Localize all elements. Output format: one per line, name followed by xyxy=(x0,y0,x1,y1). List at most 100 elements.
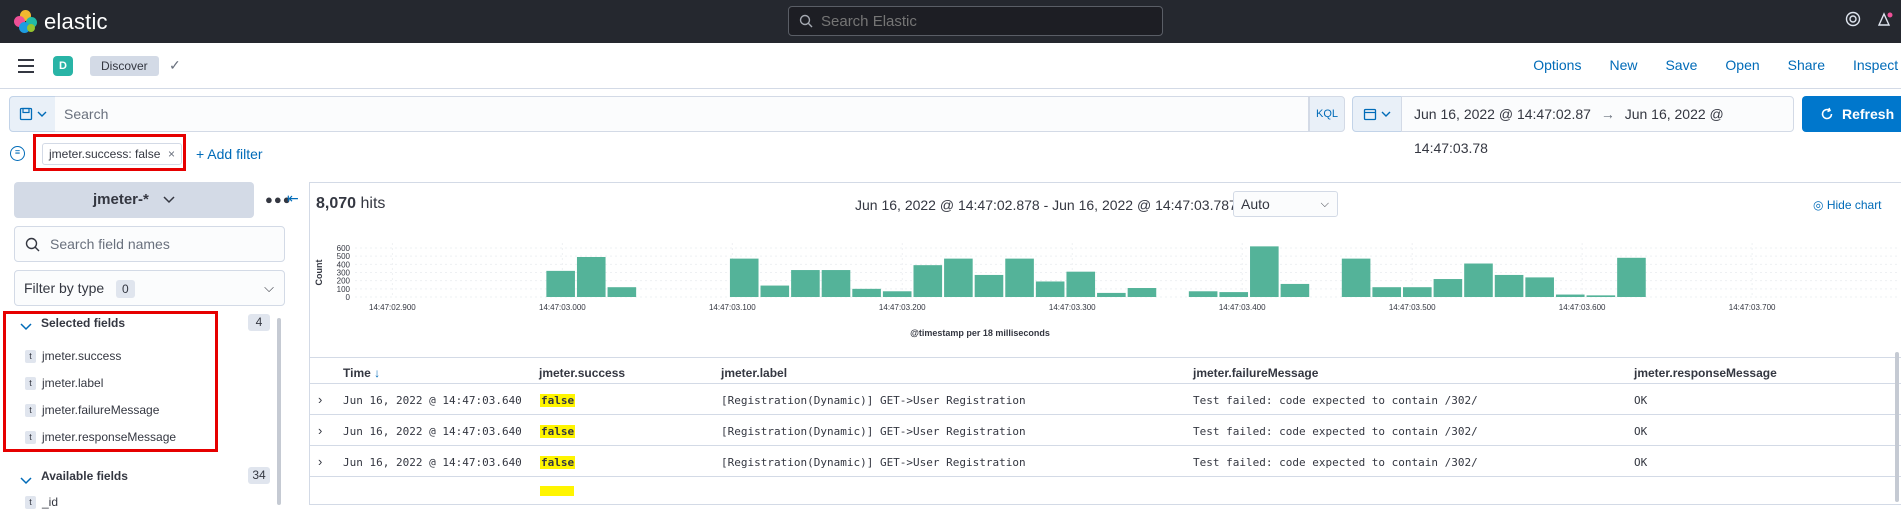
column-header-failure[interactable]: jmeter.failureMessage xyxy=(1193,366,1318,380)
discover-main: 8,070 hits Jun 16, 2022 @ 14:47:02.878 -… xyxy=(309,182,1901,505)
field-search-placeholder: Search field names xyxy=(50,236,170,252)
expand-icon[interactable]: › xyxy=(318,423,322,438)
cell-failure: Test failed: code expected to contain /3… xyxy=(1193,394,1478,407)
histogram-bar xyxy=(1555,294,1585,297)
field-sidebar: jmeter-* ●●● ⇤ Search field names Filter… xyxy=(0,178,300,509)
save-link[interactable]: Save xyxy=(1665,57,1697,73)
new-link[interactable]: New xyxy=(1609,57,1637,73)
elastic-logo[interactable]: elastic xyxy=(14,9,108,35)
histogram-bar xyxy=(1464,263,1493,297)
space-avatar[interactable]: D xyxy=(53,56,73,76)
top-header: elastic xyxy=(0,0,1901,43)
elastic-logo-icon xyxy=(14,10,38,34)
help-icon[interactable] xyxy=(1845,11,1861,27)
filter-by-type-count: 0 xyxy=(116,280,135,298)
histogram-bar xyxy=(1250,246,1279,297)
refresh-button[interactable]: Refresh xyxy=(1802,96,1901,132)
histogram-bar xyxy=(1035,281,1065,297)
open-link[interactable]: Open xyxy=(1725,57,1759,73)
sort-arrow-icon[interactable]: ↓ xyxy=(374,366,380,380)
histogram-bar xyxy=(1617,257,1646,297)
field-search[interactable]: Search field names xyxy=(14,226,285,262)
table-row[interactable]: › Jun 16, 2022 @ 14:47:03.640 false [Reg… xyxy=(310,416,1901,446)
histogram-bar xyxy=(1341,258,1371,297)
inspect-link[interactable]: Inspect xyxy=(1853,57,1901,73)
histogram-bar xyxy=(1494,274,1524,297)
options-link[interactable]: Options xyxy=(1533,57,1581,73)
global-search-input[interactable] xyxy=(821,12,1141,30)
histogram-bar xyxy=(576,256,606,297)
share-link[interactable]: Share xyxy=(1788,57,1825,73)
histogram-bar xyxy=(1127,288,1157,297)
date-quick-select[interactable] xyxy=(1352,96,1402,132)
date-start[interactable]: Jun 16, 2022 @ 14:47:02.87 xyxy=(1414,106,1591,122)
column-header-success[interactable]: jmeter.success xyxy=(539,366,625,380)
interval-value: Auto xyxy=(1241,196,1270,212)
menu-icon[interactable] xyxy=(18,59,34,73)
newsfeed-icon[interactable] xyxy=(1876,11,1894,27)
filter-menu-icon[interactable]: ≡ xyxy=(10,146,25,161)
column-header-response[interactable]: jmeter.responseMessage xyxy=(1634,366,1777,380)
add-filter-button[interactable]: + Add filter xyxy=(196,146,263,162)
histogram-bar xyxy=(1586,295,1616,297)
cell-label: [Registration(Dynamic)] GET->User Regist… xyxy=(721,456,1026,469)
date-range-picker[interactable]: Jun 16, 2022 @ 14:47:02.87 → Jun 16, 202… xyxy=(1401,96,1794,156)
y-tick-label: 500 xyxy=(337,252,351,261)
query-language-button[interactable]: KQL xyxy=(1309,96,1345,132)
table-row[interactable] xyxy=(310,478,1901,508)
cell-failure: Test failed: code expected to contain /3… xyxy=(1193,456,1478,469)
brand-name: elastic xyxy=(44,9,108,34)
chevron-down-icon[interactable] xyxy=(20,475,32,485)
chevron-down-icon: ⌵ xyxy=(264,280,274,295)
saved-query-button[interactable] xyxy=(9,96,56,132)
cell-success: false xyxy=(540,394,576,407)
cell-success: false xyxy=(540,456,576,469)
histogram-bar xyxy=(607,287,637,297)
filter-by-type-button[interactable]: Filter by type 0 ⌵ xyxy=(14,270,285,306)
index-pattern-selector[interactable]: jmeter-* xyxy=(14,182,254,218)
search-icon xyxy=(25,237,40,251)
cell-success: false xyxy=(540,425,576,438)
global-search[interactable] xyxy=(788,6,1163,36)
histogram-bar xyxy=(1372,287,1401,297)
cell-label: [Registration(Dynamic)] GET->User Regist… xyxy=(721,425,1026,438)
column-header-time[interactable]: Time ↓ xyxy=(343,366,380,380)
field-item[interactable]: t _id xyxy=(25,492,58,512)
available-fields-heading[interactable]: Available fields xyxy=(41,469,128,483)
table-row[interactable]: › Jun 16, 2022 @ 14:47:03.640 false [Reg… xyxy=(310,385,1901,415)
sidebar-scrollbar[interactable] xyxy=(277,318,281,505)
filter-by-type-label: Filter by type xyxy=(24,280,105,296)
refresh-label: Refresh xyxy=(1842,106,1895,122)
histogram-chart[interactable]: 0100200300400500600 14:47:02.900 14:47:03.… xyxy=(310,233,1901,355)
expand-icon[interactable]: › xyxy=(318,454,322,469)
y-tick-label: 400 xyxy=(337,260,351,269)
table-scrollbar[interactable] xyxy=(1895,352,1899,502)
x-tick-label: 14:47:03.600 xyxy=(1559,303,1606,312)
top-nav-menu: Options New Save Open Share Inspect xyxy=(1505,57,1901,73)
histogram-bar xyxy=(1525,277,1554,297)
chevron-down-icon xyxy=(163,196,175,204)
collapse-sidebar-icon[interactable]: ⇤ xyxy=(287,190,299,207)
expand-icon[interactable]: › xyxy=(318,392,322,407)
x-tick-label: 14:47:03.300 xyxy=(1049,303,1096,312)
x-tick-label: 14:47:02.900 xyxy=(369,303,416,312)
save-icon xyxy=(19,107,32,121)
histogram-bar xyxy=(1188,291,1218,297)
chevron-down-icon xyxy=(37,111,46,117)
cell-response: OK xyxy=(1634,425,1648,438)
column-header-label[interactable]: jmeter.label xyxy=(721,366,787,380)
cell-response: OK xyxy=(1634,456,1648,469)
breadcrumb-discover[interactable]: Discover xyxy=(90,56,159,76)
table-row[interactable]: › Jun 16, 2022 @ 14:47:03.640 false [Reg… xyxy=(310,447,1901,477)
hide-chart-button[interactable]: ◎ Hide chart xyxy=(1813,198,1882,212)
arrow-right-icon: → xyxy=(1600,106,1615,122)
cell-success-partial xyxy=(540,486,574,496)
index-pattern-label: jmeter-* xyxy=(92,191,149,208)
y-tick-label: 600 xyxy=(337,244,351,253)
histogram-bar xyxy=(1066,271,1096,297)
query-input[interactable]: Search xyxy=(55,96,1309,132)
interval-select[interactable]: Auto ⌵ xyxy=(1233,191,1338,217)
search-icon xyxy=(799,14,813,28)
cell-label: [Registration(Dynamic)] GET->User Regist… xyxy=(721,394,1026,407)
x-axis-label: @timestamp per 18 milliseconds xyxy=(910,328,1050,338)
